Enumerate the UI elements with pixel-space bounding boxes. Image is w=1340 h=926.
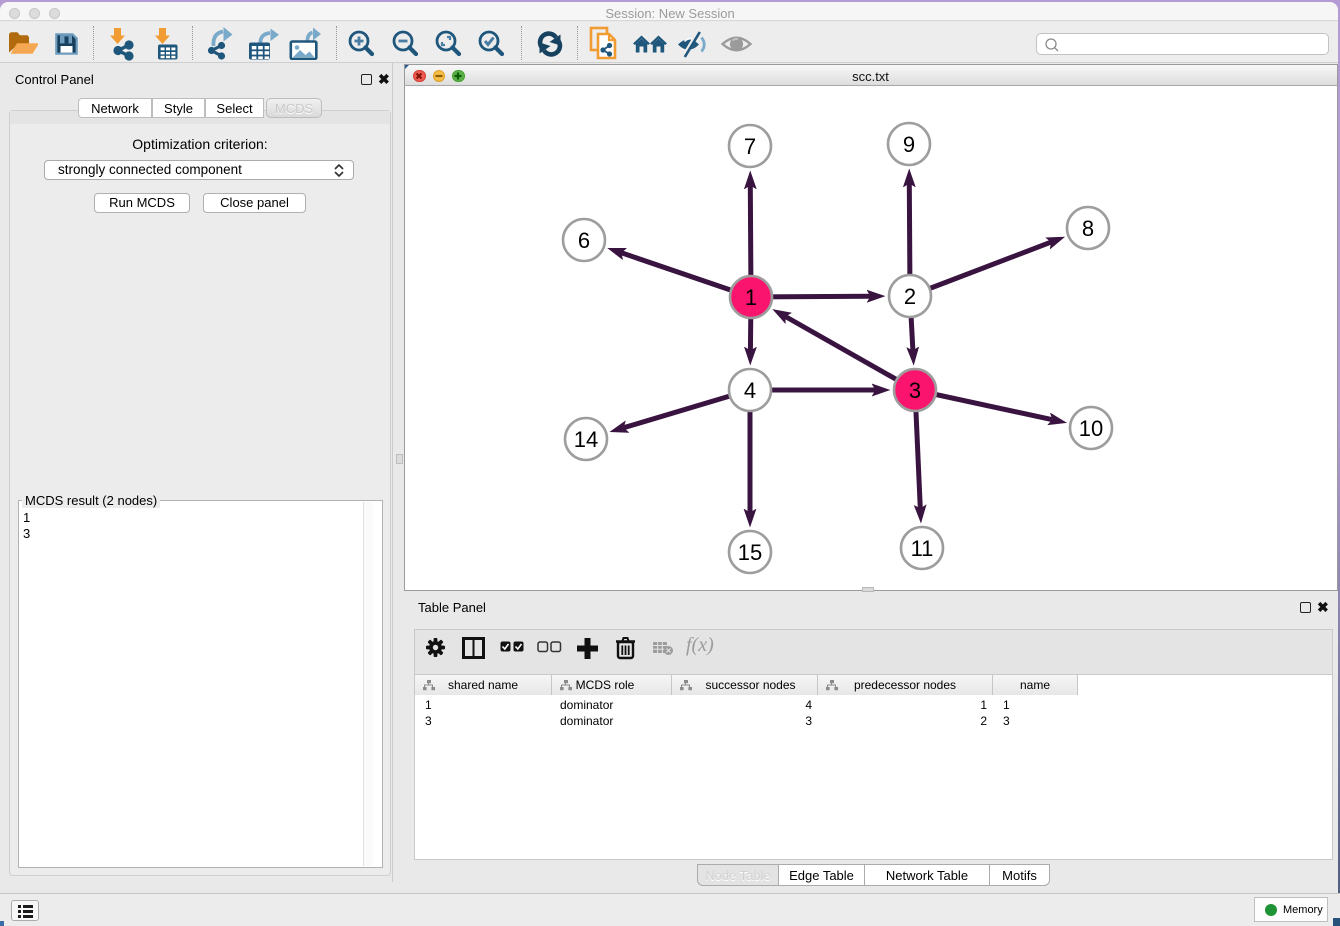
svg-text:11: 11 <box>911 536 934 561</box>
svg-text:3: 3 <box>909 378 921 403</box>
svg-text:8: 8 <box>1082 216 1094 241</box>
svg-text:1: 1 <box>745 285 757 310</box>
svg-text:7: 7 <box>744 134 756 159</box>
svg-text:14: 14 <box>574 427 598 452</box>
svg-text:15: 15 <box>738 540 762 565</box>
svg-text:10: 10 <box>1079 416 1103 441</box>
svg-text:6: 6 <box>578 228 590 253</box>
svg-text:4: 4 <box>744 378 756 403</box>
svg-text:2: 2 <box>904 284 916 309</box>
svg-text:9: 9 <box>903 132 915 157</box>
